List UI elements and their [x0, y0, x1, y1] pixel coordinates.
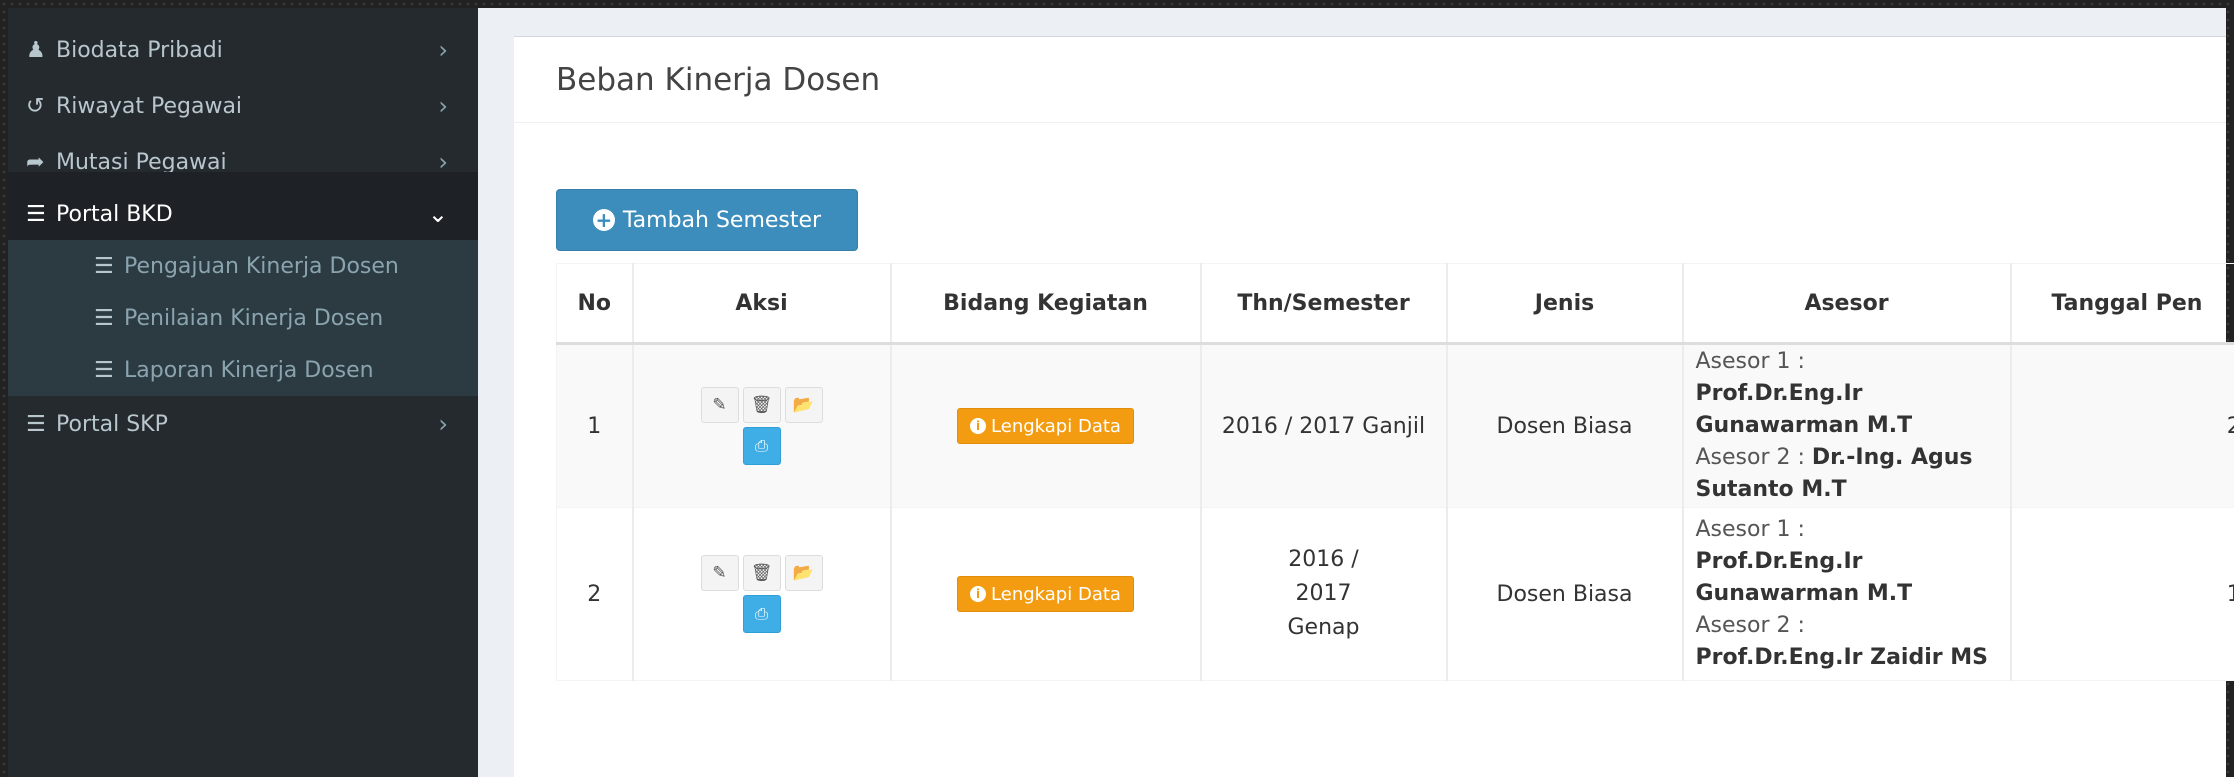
submenu-item-pengajuan[interactable]: ☰ Pengajuan Kinerja Dosen: [8, 240, 478, 292]
list-icon: ☰: [94, 253, 114, 279]
table-row: 1 ✎ 🗑 📂 ⎙ i Lengkapi Data 2016 / 2017 Ga…: [556, 343, 2234, 508]
trash-icon: 🗑: [750, 563, 773, 583]
portal-bkd-submenu: ☰ Pengajuan Kinerja Dosen ☰ Penilaian Ki…: [8, 240, 478, 396]
bidang-kegiatan-cell: i Lengkapi Data: [890, 507, 1202, 681]
chevron-right-icon: ›: [438, 410, 448, 438]
tanggal-cell: 21/11/20: [2010, 343, 2234, 508]
sidebar-item-label: Biodata Pribadi: [56, 37, 223, 63]
lengkapi-data-button[interactable]: i Lengkapi Data: [957, 408, 1134, 444]
sidebar-item-label: Riwayat Pegawai: [56, 93, 243, 119]
edit-icon: ✎: [712, 395, 727, 415]
semester-cell: 2016 / 2017 Ganjil: [1200, 343, 1448, 508]
kinerja-table: No Aksi Bidang Kegiatan Thn/Semester Jen…: [556, 263, 2234, 681]
plus-circle-icon: +: [592, 209, 615, 231]
jenis-cell: Dosen Biasa: [1446, 343, 1684, 508]
asesor2-label: Asesor 2 :: [1695, 613, 1805, 638]
history-icon: ↺: [26, 93, 45, 119]
chevron-right-icon: ›: [438, 36, 448, 64]
delete-button[interactable]: 🗑: [742, 387, 781, 423]
asesor1-label: Asesor 1 :: [1695, 517, 1805, 542]
asesor1-name: Prof.Dr.Eng.Ir Gunawarman M.T: [1695, 381, 1913, 438]
column-header: No: [556, 263, 634, 345]
row-number: 1: [556, 343, 634, 508]
content-box: Beban Kinerja Dosen + Tambah Semester No…: [514, 36, 2234, 777]
column-header: Bidang Kegiatan: [890, 263, 1202, 345]
list-icon: ☰: [26, 201, 46, 227]
submenu-item-label: Pengajuan Kinerja Dosen: [124, 253, 399, 279]
submenu-item-label: Penilaian Kinerja Dosen: [124, 305, 384, 331]
trash-icon: 🗑: [750, 395, 773, 415]
submenu-item-penilaian[interactable]: ☰ Penilaian Kinerja Dosen: [8, 292, 478, 344]
semester-cell: 2016 / 2017 Genap: [1200, 507, 1448, 681]
edit-button[interactable]: ✎: [700, 387, 739, 423]
print-button[interactable]: ⎙: [742, 595, 781, 633]
list-icon: ☰: [94, 305, 114, 331]
column-header: Jenis: [1446, 263, 1684, 345]
asesor1-label: Asesor 1 :: [1695, 349, 1805, 374]
asesor2-name: Prof.Dr.Eng.Ir Zaidir MS: [1695, 645, 1989, 670]
column-header: Asesor: [1682, 263, 2012, 345]
asesor-cell: Asesor 1 : Prof.Dr.Eng.Ir Gunawarman M.T…: [1682, 507, 2012, 681]
submenu-item-label: Laporan Kinerja Dosen: [124, 357, 374, 383]
list-icon: ☰: [94, 357, 114, 383]
bidang-kegiatan-cell: i Lengkapi Data: [890, 343, 1202, 508]
edit-button[interactable]: ✎: [700, 555, 739, 591]
sidebar: ♟ Biodata Pribadi › ↺ Riwayat Pegawai › …: [8, 8, 478, 777]
sidebar-item-label: Mutasi Pegawai: [56, 149, 227, 175]
row-number: 2: [556, 507, 634, 681]
sidebar-item-label: Portal BKD: [56, 201, 173, 227]
folder-open-icon: 📂: [792, 395, 815, 415]
lengkapi-data-button[interactable]: i Lengkapi Data: [957, 576, 1134, 612]
add-semester-label: Tambah Semester: [622, 207, 822, 233]
chevron-down-icon: ⌄: [427, 200, 448, 228]
info-icon: i: [970, 586, 987, 602]
print-icon: ⎙: [755, 436, 768, 455]
open-folder-button[interactable]: 📂: [784, 387, 823, 423]
chevron-right-icon: ›: [438, 92, 448, 120]
status-label: Lengkapi Data: [991, 583, 1121, 605]
add-semester-button[interactable]: + Tambah Semester: [556, 189, 858, 251]
edit-icon: ✎: [712, 563, 727, 583]
print-button[interactable]: ⎙: [742, 427, 781, 465]
share-icon: ➦: [26, 149, 45, 175]
info-icon: i: [970, 418, 987, 434]
list-icon: ☰: [26, 411, 46, 437]
column-header: Thn/Semester: [1200, 263, 1448, 345]
table-header-row: No Aksi Bidang Kegiatan Thn/Semester Jen…: [556, 263, 2234, 345]
tanggal-cell: 16/11/20: [2010, 507, 2234, 681]
aksi-cell: ✎ 🗑 📂 ⎙: [632, 343, 892, 508]
content-area: Beban Kinerja Dosen + Tambah Semester No…: [478, 8, 2234, 777]
aksi-cell: ✎ 🗑 📂 ⎙: [632, 507, 892, 681]
folder-open-icon: 📂: [792, 563, 815, 583]
sidebar-item-label: Portal SKP: [56, 411, 168, 437]
column-header: Tanggal Pen: [2010, 263, 2234, 345]
user-icon: ♟: [26, 37, 46, 63]
table-row: 2 ✎ 🗑 📂 ⎙ i Lengkapi Data 2016 / 2017 Ge…: [556, 507, 2234, 681]
print-icon: ⎙: [755, 604, 768, 623]
column-header: Aksi: [632, 263, 892, 345]
page-title: Beban Kinerja Dosen: [514, 37, 2226, 123]
jenis-cell: Dosen Biasa: [1446, 507, 1684, 681]
delete-button[interactable]: 🗑: [742, 555, 781, 591]
asesor-cell: Asesor 1 : Prof.Dr.Eng.Ir Gunawarman M.T…: [1682, 343, 2012, 508]
status-label: Lengkapi Data: [991, 415, 1121, 437]
open-folder-button[interactable]: 📂: [784, 555, 823, 591]
sidebar-item-portal-skp[interactable]: ☰ Portal SKP ›: [8, 382, 478, 466]
asesor1-name: Prof.Dr.Eng.Ir Gunawarman M.T: [1695, 549, 1913, 606]
asesor2-label: Asesor 2 :: [1695, 445, 1805, 470]
